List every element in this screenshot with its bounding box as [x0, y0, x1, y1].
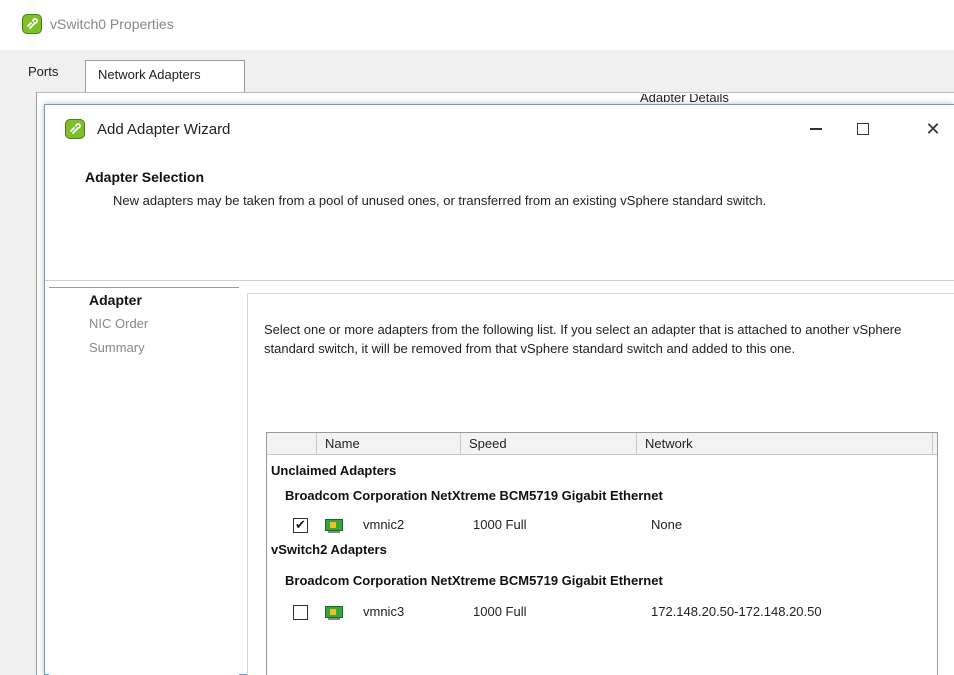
minimize-icon	[810, 128, 822, 130]
column-header-speed[interactable]: Speed	[461, 433, 637, 455]
parent-panel-heading-fragment: Adapter Details	[640, 94, 729, 102]
close-icon: ✕	[925, 118, 941, 139]
wizard-content-panel: Select one or more adapters from the fol…	[247, 293, 954, 675]
add-adapter-wizard-dialog: Add Adapter Wizard ✕ Adapter Selection N…	[44, 104, 954, 675]
column-header-name[interactable]: Name	[317, 433, 461, 455]
adapter-speed: 1000 Full	[473, 517, 527, 532]
column-header-select	[267, 433, 317, 455]
maximize-button[interactable]	[840, 115, 886, 143]
header-divider	[45, 280, 954, 281]
adapter-network: None	[651, 517, 683, 532]
minimize-button[interactable]	[793, 115, 839, 143]
wizard-title: Add Adapter Wizard	[97, 121, 231, 138]
instructions-text: Select one or more adapters from the fol…	[264, 322, 902, 356]
select-checkbox-vmnic3[interactable]	[293, 605, 308, 620]
wizard-titlebar[interactable]: Add Adapter Wizard ✕	[45, 105, 954, 153]
column-header-network[interactable]: Network	[637, 433, 933, 455]
step-summary: Summary	[89, 340, 145, 355]
table-row-vmnic3[interactable]: vmnic3 1000 Full 172.148.20.50-172.148.2…	[267, 600, 937, 624]
section-title: Adapter Selection	[85, 169, 205, 185]
adapter-speed: 1000 Full	[473, 604, 527, 619]
tab-ports[interactable]: Ports	[28, 64, 58, 79]
group-vswitch2-adapters: vSwitch2 Adapters	[271, 542, 387, 557]
vsphere-app-icon	[22, 14, 42, 34]
close-button[interactable]: ✕	[910, 115, 954, 143]
adapter-network: 172.148.20.50-172.148.20.50	[651, 604, 822, 619]
network-adapter-icon	[325, 519, 343, 533]
tab-network-adapters[interactable]: Network Adapters	[85, 60, 245, 92]
step-nic-order: NIC Order	[89, 316, 149, 331]
wizard-steps-panel: Adapter NIC Order Summary	[49, 287, 239, 675]
table-header: Name Speed Network	[267, 433, 937, 455]
section-description: New adapters may be taken from a pool of…	[113, 193, 767, 208]
device-group-row: Broadcom Corporation NetXtreme BCM5719 G…	[285, 488, 663, 503]
step-adapter[interactable]: Adapter	[89, 292, 142, 308]
parent-window-titlebar: vSwitch0 Properties	[0, 0, 954, 50]
adapter-name: vmnic3	[363, 604, 405, 619]
select-checkbox-vmnic2[interactable]: ✔	[293, 518, 308, 533]
maximize-icon	[857, 123, 869, 135]
table-row-vmnic2[interactable]: ✔ vmnic2 1000 Full None	[267, 513, 937, 537]
parent-window-title: vSwitch0 Properties	[50, 16, 174, 32]
device-group-row: Broadcom Corporation NetXtreme BCM5719 G…	[285, 573, 663, 588]
vsphere-app-icon	[65, 119, 85, 139]
adapter-table: Name Speed Network Unclaimed Adapters Br…	[266, 432, 938, 675]
network-adapter-icon	[325, 606, 343, 620]
adapter-name: vmnic2	[363, 517, 405, 532]
group-unclaimed-adapters: Unclaimed Adapters	[271, 463, 397, 478]
